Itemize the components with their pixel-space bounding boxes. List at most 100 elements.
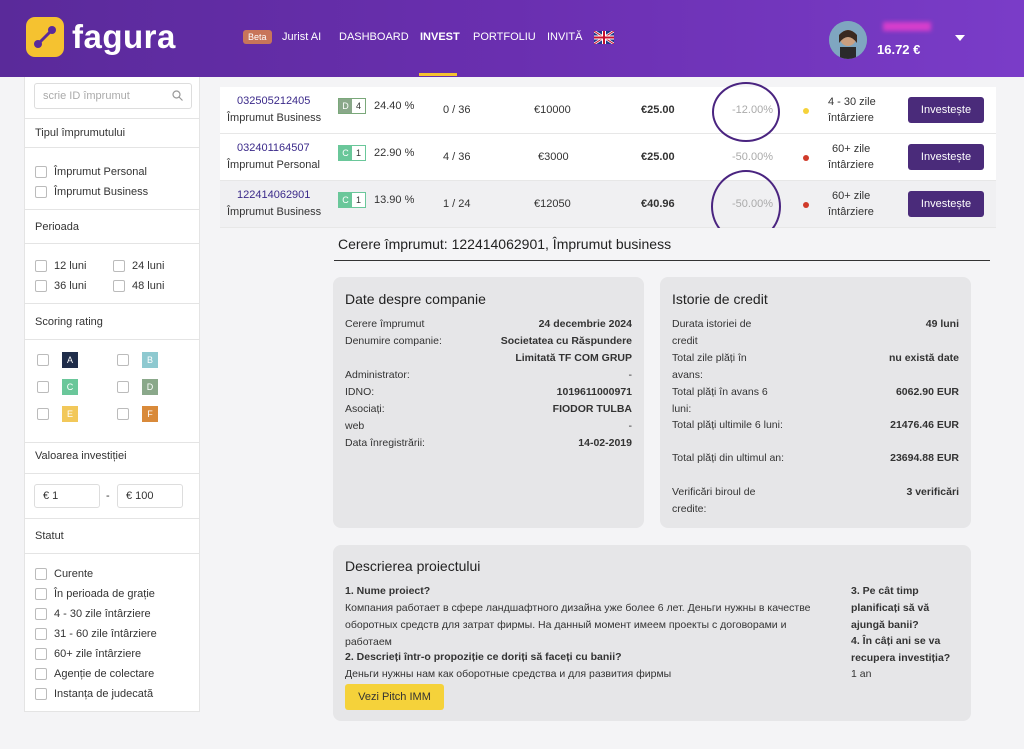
kv-key: Asociați: — [345, 403, 385, 415]
kv-key: Total plăți ultimile 6 luni: — [672, 419, 783, 431]
checkbox[interactable] — [35, 588, 47, 600]
filter-status-collection[interactable]: Agenție de colectare — [35, 668, 154, 680]
filter-status-court[interactable]: Instanța de judecată — [35, 688, 153, 700]
user-avatar[interactable] — [829, 21, 867, 59]
checkbox[interactable] — [37, 408, 49, 420]
filter-status-4-30[interactable]: 4 - 30 zile întârziere — [35, 608, 151, 620]
checkbox[interactable] — [35, 608, 47, 620]
checkbox[interactable] — [37, 381, 49, 393]
filter-grade-b[interactable]: B — [117, 352, 158, 368]
question: 4. În câți ani se va recupera investiția… — [851, 635, 951, 664]
checkbox-label: 31 - 60 zile întârziere — [54, 628, 157, 640]
uk-flag-icon[interactable] — [593, 29, 615, 46]
status-line1: 60+ zile — [832, 143, 871, 155]
filter-grade-f[interactable]: F — [117, 406, 158, 422]
filter-business-loan[interactable]: Împrumut Business — [35, 186, 148, 198]
checkbox[interactable] — [113, 260, 125, 272]
filter-period-48[interactable]: 48 luni — [113, 280, 164, 292]
loan-id-link[interactable]: 122414062901 — [237, 189, 310, 201]
table-row[interactable]: 032401164507 Împrumut Personal C1 22.90 … — [220, 134, 996, 181]
status-dot — [803, 108, 809, 114]
answer: Деньги нужны нам как оборотные средства … — [345, 668, 672, 680]
filter-status-current[interactable]: Curente — [35, 568, 93, 580]
checkbox[interactable] — [35, 260, 47, 272]
kv-key: web — [345, 420, 365, 432]
checkbox[interactable] — [117, 408, 129, 420]
checkbox[interactable] — [35, 166, 47, 178]
filter-grade-e[interactable]: E — [37, 406, 78, 422]
checkbox[interactable] — [35, 568, 47, 580]
terms-paid: 1 / 24 — [443, 198, 471, 210]
filter-status-grace[interactable]: În perioada de grație — [35, 588, 155, 600]
filter-personal-loan[interactable]: Împrumut Personal — [35, 166, 147, 178]
status-line1: 4 - 30 zile — [828, 96, 876, 108]
brand-name: fagura — [72, 18, 176, 55]
checkbox[interactable] — [35, 280, 47, 292]
checkbox-label: 12 luni — [54, 260, 87, 272]
username-blurred — [883, 22, 931, 31]
status-line2: întârziere — [828, 159, 874, 171]
nav-invest[interactable]: INVEST — [420, 31, 460, 43]
grade-badge: C1 — [338, 192, 366, 208]
chevron-down-icon[interactable] — [955, 35, 965, 41]
checkbox[interactable] — [37, 354, 49, 366]
filter-grade-c[interactable]: C — [37, 379, 78, 395]
loan-id-link[interactable]: 032401164507 — [237, 142, 310, 154]
invest-button[interactable]: Investește — [908, 144, 984, 170]
nav-portfoliu[interactable]: PORTFOLIU — [473, 31, 536, 43]
checkbox[interactable] — [35, 186, 47, 198]
search-icon — [172, 90, 183, 101]
status-line1: 60+ zile — [832, 190, 871, 202]
checkbox[interactable] — [35, 648, 47, 660]
status-dot — [803, 155, 809, 161]
filter-grade-a[interactable]: A — [37, 352, 78, 368]
nav-jurist-ai[interactable]: Jurist AI — [282, 31, 321, 43]
status-title: Statut — [35, 530, 64, 542]
annotation-circle — [712, 82, 780, 142]
view-pitch-button[interactable]: Vezi Pitch IMM — [345, 684, 444, 710]
checkbox-label: 60+ zile întârziere — [54, 648, 142, 660]
question: 2. Descrieți într-o propoziție ce doriți… — [345, 651, 622, 663]
filter-status-60plus[interactable]: 60+ zile întârziere — [35, 648, 141, 660]
invest-button[interactable]: Investește — [908, 97, 984, 123]
checkbox[interactable] — [117, 381, 129, 393]
filter-sidebar: scrie ID împrumut Tipul împrumutului Împ… — [24, 77, 200, 712]
price: €25.00 — [641, 104, 675, 116]
kv-key: Verificări biroul de credite: — [672, 486, 756, 515]
checkbox-label: Împrumut Business — [54, 186, 149, 198]
fagura-logo-icon — [26, 17, 64, 57]
checkbox[interactable] — [35, 628, 47, 640]
investment-min-input[interactable]: € 1 — [34, 484, 100, 508]
nav-dashboard[interactable]: DASHBOARD — [339, 31, 409, 43]
nav-invita[interactable]: INVITĂ — [547, 31, 582, 43]
table-row-selected[interactable]: 122414062901 Împrumut Business C1 13.90 … — [220, 181, 996, 228]
filter-period-36[interactable]: 36 luni — [35, 280, 86, 292]
table-row[interactable]: 032505212405 Împrumut Business D4 24.40 … — [220, 87, 996, 134]
interest-rate: 22.90 % — [374, 147, 415, 159]
kv-value: nu există date — [888, 352, 959, 364]
loan-id-search-input[interactable]: scrie ID împrumut — [34, 83, 192, 109]
kv-key: Total plăți din ultimul an: — [672, 452, 785, 464]
loan-id-link[interactable]: 032505212405 — [237, 95, 310, 107]
filter-period-12[interactable]: 12 luni — [35, 260, 86, 272]
company-card: Date despre companie Cerere împrumut 24 … — [333, 277, 644, 528]
divider — [334, 260, 990, 261]
filter-period-24[interactable]: 24 luni — [113, 260, 164, 272]
grade-badge: B — [142, 352, 158, 368]
kv-key: Denumire companie: — [345, 335, 442, 347]
detail-title: Cerere împrumut: 122414062901, Împrumut … — [338, 236, 672, 252]
filter-status-31-60[interactable]: 31 - 60 zile întârziere — [35, 628, 157, 640]
invest-button[interactable]: Investește — [908, 191, 984, 217]
checkbox-label: În perioada de grație — [54, 588, 155, 600]
checkbox[interactable] — [117, 354, 129, 366]
checkbox[interactable] — [35, 668, 47, 680]
filter-grade-d[interactable]: D — [117, 379, 158, 395]
checkbox[interactable] — [113, 280, 125, 292]
brand-logo[interactable]: fagura — [26, 17, 176, 57]
grade-letter: C — [339, 146, 352, 160]
investment-max-input[interactable]: € 100 — [117, 484, 183, 508]
range-dash: - — [106, 490, 110, 502]
checkbox[interactable] — [35, 688, 47, 700]
kv-value: 49 luni — [925, 318, 959, 330]
kv-key: Total zile plăți în avans: — [672, 352, 747, 381]
